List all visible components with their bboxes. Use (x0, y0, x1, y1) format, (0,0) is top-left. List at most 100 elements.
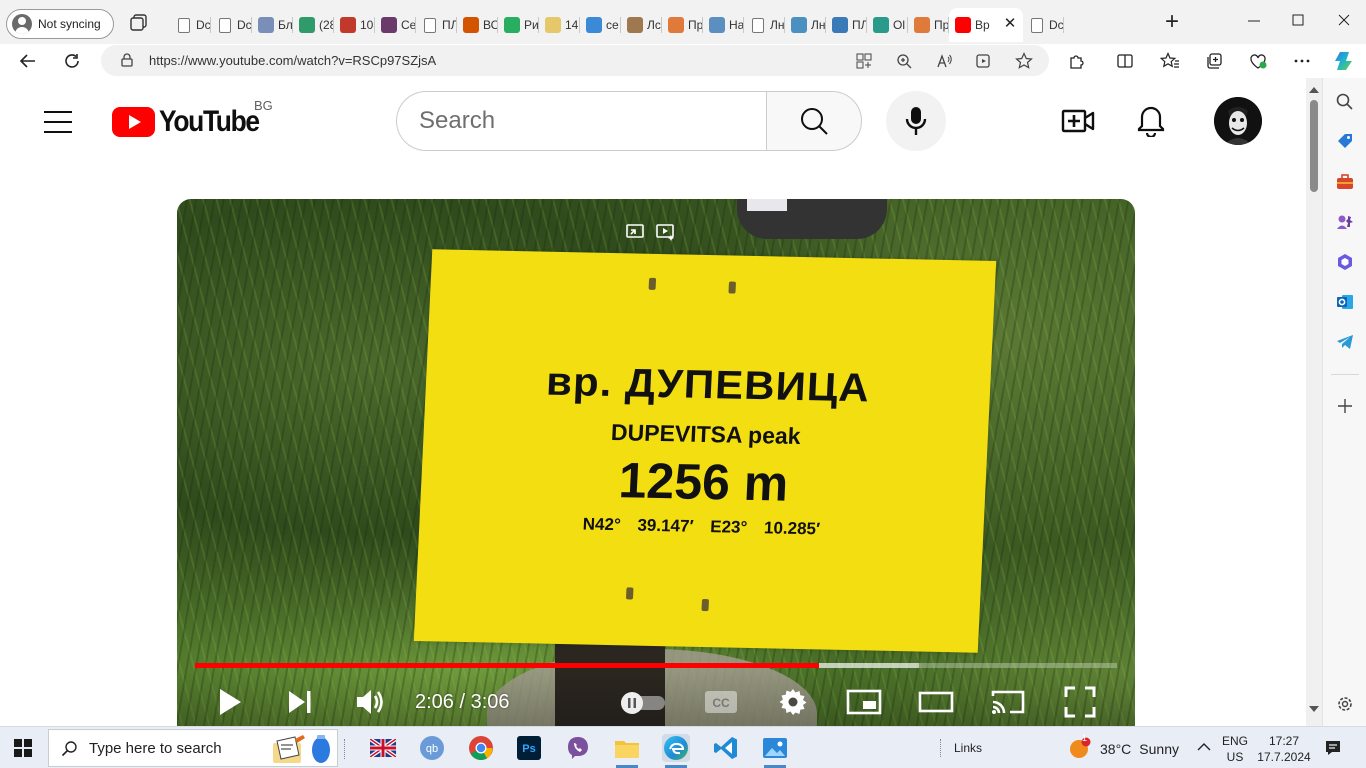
mute-button[interactable] (353, 683, 387, 721)
video-player[interactable]: вр. ДУПЕВИЦА DUPEVITSA peak 1256 m N42° … (177, 199, 1135, 726)
browser-tab[interactable]: Пр (908, 8, 949, 42)
search-button[interactable] (766, 91, 862, 151)
browser-tab[interactable]: Dc (170, 8, 211, 42)
notification-center-icon[interactable] (1324, 739, 1342, 762)
taskbar-file-explorer-icon[interactable] (613, 734, 641, 768)
sidebar-outlook-icon[interactable] (1335, 292, 1355, 312)
taskbar-photos-icon[interactable] (761, 734, 789, 768)
subtitles-button[interactable]: CC (703, 683, 739, 721)
scroll-thumb[interactable] (1310, 100, 1318, 192)
url-text[interactable]: https://www.youtube.com/watch?v=RSCp97SZ… (149, 53, 436, 68)
browser-tab[interactable]: Dc (1023, 8, 1064, 42)
close-tab-icon[interactable]: ✕ (1003, 16, 1017, 31)
immersive-reader-icon[interactable] (974, 51, 994, 71)
sidebar-settings-icon[interactable] (1335, 694, 1355, 714)
address-bar[interactable]: https://www.youtube.com/watch?v=RSCp97SZ… (101, 45, 1049, 76)
cast-mode-icon[interactable] (624, 221, 646, 243)
browser-tab[interactable]: Пр (662, 8, 703, 42)
page-scrollbar[interactable] (1306, 78, 1322, 726)
new-tab-button[interactable]: + (1160, 10, 1184, 35)
voice-search-button[interactable] (886, 91, 946, 151)
sidebar-microsoft365-icon[interactable] (1335, 252, 1355, 272)
sidebar-shopping-icon[interactable] (1335, 132, 1355, 152)
taskbar-language-flag-icon[interactable] (369, 734, 397, 762)
autoplay-toggle[interactable] (617, 683, 669, 721)
minimize-button[interactable] (1242, 10, 1266, 32)
sidebar-telegram-icon[interactable] (1335, 332, 1355, 352)
create-video-button[interactable] (1060, 104, 1096, 138)
weather-description: Sunny (1139, 741, 1179, 757)
browser-tab[interactable]: На (703, 8, 744, 42)
maximize-button[interactable] (1286, 10, 1310, 32)
show-hidden-icons-chevron-icon[interactable] (1196, 739, 1212, 760)
profile-button[interactable]: Not syncing (6, 9, 114, 39)
sidebar-search-icon[interactable] (1335, 92, 1355, 112)
taskbar-vscode-icon[interactable] (712, 734, 740, 762)
taskbar-clock[interactable]: 17:27 17.7.2024 (1256, 733, 1312, 765)
next-video-button[interactable] (283, 683, 317, 721)
cast-button[interactable] (989, 683, 1027, 721)
back-button[interactable] (15, 48, 41, 74)
favorites-icon[interactable] (1157, 48, 1183, 74)
split-screen-icon[interactable] (1112, 48, 1138, 74)
video-effects-icon[interactable] (654, 221, 676, 243)
browser-tab[interactable]: Ol (867, 8, 908, 42)
browser-tab[interactable]: Бл (252, 8, 293, 42)
browser-tab[interactable]: ПЛ (826, 8, 867, 42)
notifications-button[interactable] (1132, 102, 1170, 140)
refresh-button[interactable] (59, 48, 85, 74)
lock-icon[interactable] (121, 53, 133, 72)
taskbar-photoshop-icon[interactable]: Ps (515, 734, 543, 762)
taskbar-chrome-icon[interactable] (467, 734, 495, 762)
tab-actions-icon[interactable] (128, 13, 150, 33)
browser-tab[interactable]: Лс (621, 8, 662, 42)
play-button[interactable] (213, 683, 247, 721)
youtube-logo[interactable]: YouTube (112, 105, 272, 138)
theater-mode-button[interactable] (917, 683, 955, 721)
scroll-down-arrow-icon[interactable] (1309, 706, 1319, 712)
input-language-indicator[interactable]: ENG US (1222, 733, 1248, 765)
taskbar-links-toolbar[interactable]: Links (954, 741, 982, 755)
video-progress-bar[interactable] (195, 663, 1117, 668)
browser-tab[interactable]: Dc (211, 8, 252, 42)
taskbar-qbittorrent-icon[interactable]: qb (418, 734, 446, 762)
miniplayer-button[interactable] (845, 683, 883, 721)
zoom-icon[interactable] (894, 51, 914, 71)
settings-button[interactable] (775, 683, 811, 721)
browser-essentials-icon[interactable] (1245, 48, 1271, 74)
windows-start-icon[interactable] (14, 739, 32, 757)
browser-tab[interactable]: Ри (498, 8, 539, 42)
browser-tab[interactable]: 10 (334, 8, 375, 42)
browser-tab[interactable]: Се (375, 8, 416, 42)
browser-tab[interactable]: Лн (785, 8, 826, 42)
scroll-up-arrow-icon[interactable] (1309, 87, 1319, 93)
search-input[interactable] (419, 106, 749, 136)
extensions-icon[interactable] (1064, 48, 1090, 74)
app-available-icon[interactable] (854, 51, 874, 71)
settings-more-icon[interactable] (1289, 48, 1315, 74)
browser-tab[interactable]: Лн (744, 8, 785, 42)
browser-tab-label: 14 (565, 18, 579, 32)
browser-tab[interactable]: 14 (539, 8, 580, 42)
browser-tab[interactable]: ВС (457, 8, 498, 42)
copilot-icon[interactable] (1331, 48, 1357, 74)
read-aloud-icon[interactable] (934, 51, 954, 71)
taskbar-search-box[interactable]: Type here to search (48, 729, 338, 767)
sidebar-add-icon[interactable] (1335, 396, 1355, 416)
close-window-button[interactable] (1332, 10, 1356, 32)
favorite-star-icon[interactable] (1014, 51, 1034, 71)
taskbar-edge-icon[interactable] (662, 734, 690, 768)
guide-menu-icon[interactable] (44, 111, 72, 133)
taskbar-viber-icon[interactable] (564, 734, 592, 762)
collections-icon[interactable] (1201, 48, 1227, 74)
taskbar-weather-widget[interactable]: 1 38°C Sunny (1068, 733, 1179, 761)
fullscreen-button[interactable] (1061, 683, 1099, 721)
sidebar-games-icon[interactable] (1335, 212, 1355, 232)
browser-tab[interactable]: се (580, 8, 621, 42)
sidebar-tools-icon[interactable] (1335, 172, 1355, 192)
browser-tab[interactable]: ПЛ (416, 8, 457, 42)
taskbar-search-placeholder[interactable]: Type here to search (89, 740, 222, 757)
browser-tab[interactable]: Вр ✕ (949, 8, 1023, 42)
account-avatar[interactable] (1214, 97, 1262, 145)
browser-tab[interactable]: (28 (293, 8, 334, 42)
